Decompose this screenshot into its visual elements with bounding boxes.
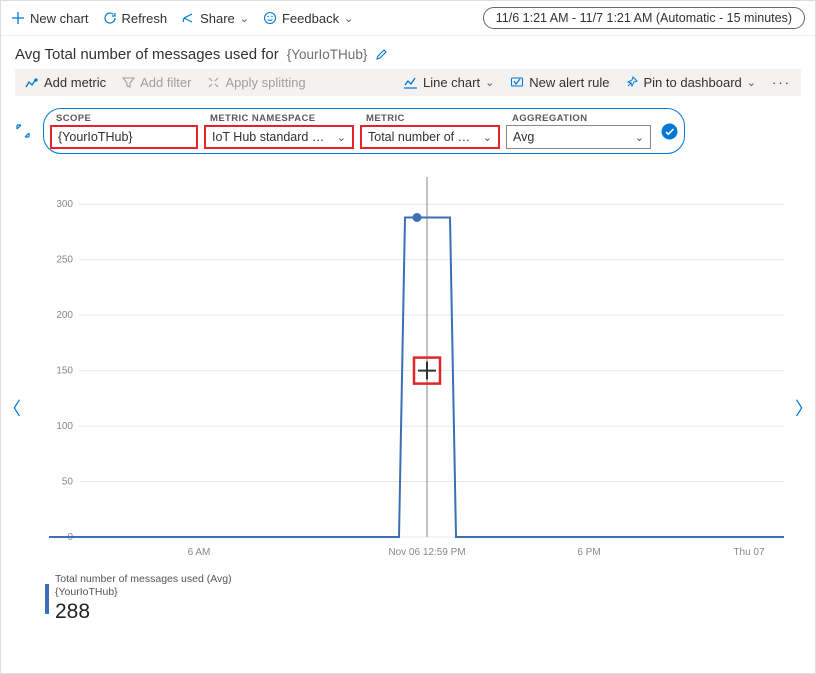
add-filter-label: Add filter [140, 75, 191, 90]
chart-type-button[interactable]: Line chart ⌄ [403, 75, 494, 90]
add-metric-button[interactable]: Add metric [25, 75, 106, 90]
svg-text:150: 150 [56, 366, 73, 377]
share-label: Share [200, 11, 235, 26]
new-chart-label: New chart [30, 11, 89, 26]
legend-series-scope: {YourIoTHub} [55, 586, 232, 599]
scope-value: {YourIoTHub} [58, 130, 133, 144]
apply-splitting-button[interactable]: Apply splitting [207, 75, 305, 90]
svg-text:Nov 06 12:59 PM: Nov 06 12:59 PM [388, 547, 465, 558]
chart-type-label: Line chart [423, 75, 480, 90]
pin-button[interactable]: Pin to dashboard ⌄ [625, 75, 756, 90]
chevron-down-icon: ⌄ [747, 76, 756, 89]
namespace-select[interactable]: IoT Hub standard m... ⌄ [204, 125, 354, 149]
svg-text:Thu 07: Thu 07 [733, 547, 765, 558]
metric-filter-pill: SCOPE {YourIoTHub} METRIC NAMESPACE IoT … [43, 108, 685, 154]
line-chart-icon [403, 76, 418, 90]
legend-value: 288 [55, 599, 232, 624]
chart-legend: Total number of messages used (Avg) {You… [45, 573, 815, 624]
svg-text:6 PM: 6 PM [577, 547, 600, 558]
chevron-down-icon: ⌄ [483, 131, 492, 144]
add-metric-label: Add metric [44, 75, 106, 90]
alert-icon [510, 76, 524, 90]
scope-select[interactable]: {YourIoTHub} [50, 125, 198, 149]
chevron-down-icon: ⌄ [485, 76, 494, 89]
split-icon [207, 76, 220, 89]
refresh-icon [103, 11, 117, 25]
prev-arrow[interactable]: 〈 [3, 395, 21, 421]
namespace-value: IoT Hub standard m... [212, 130, 331, 144]
new-chart-button[interactable]: New chart [11, 11, 89, 26]
title-text: Avg Total number of messages used for [15, 46, 279, 63]
title-scope: {YourIoTHub} [287, 47, 368, 62]
new-alert-label: New alert rule [529, 75, 609, 90]
expand-icon[interactable] [15, 123, 31, 139]
page-title: Avg Total number of messages used for {Y… [1, 36, 815, 69]
smiley-icon [263, 11, 277, 25]
apply-splitting-label: Apply splitting [225, 75, 305, 90]
legend-series-name: Total number of messages used (Avg) [55, 573, 232, 586]
legend-color-bar [45, 584, 49, 614]
svg-text:250: 250 [56, 255, 73, 266]
aggregation-select[interactable]: Avg ⌄ [506, 125, 651, 149]
chevron-down-icon: ⌄ [240, 12, 249, 25]
new-alert-button[interactable]: New alert rule [510, 75, 609, 90]
add-filter-button[interactable]: Add filter [122, 75, 191, 90]
feedback-button[interactable]: Feedback ⌄ [263, 11, 353, 26]
namespace-label: METRIC NAMESPACE [204, 113, 354, 124]
chevron-down-icon: ⌄ [635, 131, 644, 144]
svg-text:200: 200 [56, 310, 73, 321]
scope-label: SCOPE [50, 113, 198, 124]
metric-select[interactable]: Total number of me... ⌄ [360, 125, 500, 149]
filter-icon [122, 76, 135, 89]
timerange-picker[interactable]: 11/6 1:21 AM - 11/7 1:21 AM (Automatic -… [483, 7, 805, 29]
plus-icon [11, 11, 25, 25]
confirm-icon[interactable] [661, 113, 678, 149]
chevron-down-icon: ⌄ [337, 131, 346, 144]
pin-label: Pin to dashboard [643, 75, 741, 90]
aggregation-value: Avg [513, 130, 534, 144]
svg-text:6 AM: 6 AM [188, 547, 211, 558]
svg-text:100: 100 [56, 421, 73, 432]
chevron-down-icon: ⌄ [344, 12, 353, 25]
feedback-label: Feedback [282, 11, 339, 26]
refresh-button[interactable]: Refresh [103, 11, 168, 26]
svg-text:300: 300 [56, 199, 73, 210]
timerange-label: 11/6 1:21 AM - 11/7 1:21 AM (Automatic -… [496, 11, 792, 25]
metric-value: Total number of me... [368, 130, 477, 144]
aggregation-label: AGGREGATION [506, 113, 651, 124]
more-button[interactable]: ··· [772, 75, 791, 90]
metric-label: METRIC [360, 113, 500, 124]
metrics-chart[interactable]: 0501001502002503006 AMNov 06 12:59 PM6 P… [49, 172, 784, 567]
svg-text:50: 50 [62, 477, 74, 488]
share-icon [181, 11, 195, 25]
share-button[interactable]: Share ⌄ [181, 11, 249, 26]
refresh-label: Refresh [122, 11, 168, 26]
next-arrow[interactable]: 〉 [795, 395, 813, 421]
pin-icon [625, 76, 638, 89]
edit-icon[interactable] [375, 48, 388, 61]
add-metric-icon [25, 76, 39, 90]
